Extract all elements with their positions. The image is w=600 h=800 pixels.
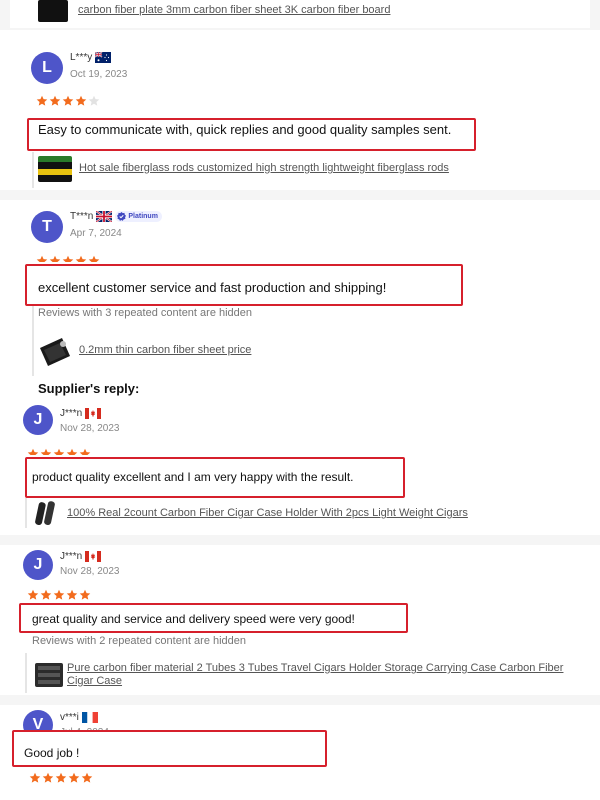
product-thumbnail[interactable] bbox=[38, 336, 72, 368]
australia-flag-icon bbox=[95, 52, 112, 63]
star-icon bbox=[75, 95, 87, 106]
product-divider bbox=[32, 306, 34, 376]
background-band bbox=[0, 695, 600, 705]
star-icon bbox=[36, 95, 48, 106]
verified-icon bbox=[117, 212, 127, 221]
review-date: Nov 28, 2023 bbox=[60, 566, 120, 577]
reviewer-name: T***n Platinum bbox=[70, 211, 162, 222]
star-icon bbox=[40, 589, 52, 600]
reviewer-name: J***n bbox=[60, 551, 102, 562]
star-icon bbox=[62, 95, 74, 106]
reviewer-name: J***n bbox=[60, 408, 102, 419]
star-icon bbox=[49, 255, 61, 262]
hidden-reviews-note: Reviews with 3 repeated content are hidd… bbox=[38, 307, 253, 319]
review-card: T T***n Platinum Apr 7, 2024 excellent c… bbox=[10, 200, 590, 396]
star-icon bbox=[36, 255, 48, 262]
star-icon bbox=[62, 255, 74, 262]
reviewer-name: v***i bbox=[60, 712, 98, 723]
review-text: product quality excellent and I am very … bbox=[32, 470, 354, 484]
review-card: J J***n Nov 28, 2023 great quality and s… bbox=[10, 545, 590, 695]
avatar: L bbox=[31, 52, 63, 84]
star-icon bbox=[42, 772, 54, 783]
review-card: L L***y Oct 19, 2023 Easy to communicate… bbox=[10, 38, 590, 188]
reviewer-name-text: T***n bbox=[70, 211, 94, 222]
review-text: Easy to communicate with, quick replies … bbox=[38, 122, 452, 137]
reviewer-name-text: J***n bbox=[60, 551, 83, 562]
background-band bbox=[0, 190, 600, 200]
france-flag-icon bbox=[81, 712, 98, 723]
review-text: Good job ! bbox=[24, 746, 80, 760]
star-icon bbox=[27, 448, 39, 455]
star-icon bbox=[66, 448, 78, 455]
star-rating bbox=[29, 772, 93, 784]
product-divider bbox=[25, 653, 27, 693]
star-icon bbox=[53, 448, 65, 455]
review-date: Nov 28, 2023 bbox=[60, 423, 120, 434]
star-icon bbox=[81, 772, 93, 783]
star-icon bbox=[68, 772, 80, 783]
star-icon bbox=[79, 448, 91, 455]
product-divider bbox=[25, 498, 27, 528]
star-icon bbox=[66, 589, 78, 600]
avatar: J bbox=[23, 405, 53, 435]
product-link[interactable]: 0.2mm thin carbon fiber sheet price bbox=[79, 344, 251, 357]
star-rating bbox=[36, 95, 100, 107]
uk-flag-icon bbox=[96, 211, 113, 222]
product-link[interactable]: 100% Real 2count Carbon Fiber Cigar Case… bbox=[67, 507, 468, 520]
product-thumbnail[interactable] bbox=[32, 500, 66, 527]
canada-flag-icon bbox=[85, 551, 102, 562]
reviewer-name: L***y bbox=[70, 52, 112, 63]
star-icon bbox=[88, 95, 100, 106]
star-icon bbox=[79, 589, 91, 600]
avatar: T bbox=[31, 211, 63, 243]
star-icon bbox=[88, 255, 100, 262]
review-card: carbon fiber plate 3mm carbon fiber shee… bbox=[10, 0, 590, 28]
star-icon bbox=[29, 772, 41, 783]
star-icon bbox=[75, 255, 87, 262]
product-link[interactable]: Pure carbon fiber material 2 Tubes 3 Tub… bbox=[67, 662, 567, 688]
product-link[interactable]: Hot sale fiberglass rods customized high… bbox=[79, 162, 449, 175]
product-divider bbox=[32, 152, 34, 188]
hidden-reviews-note: Reviews with 2 repeated content are hidd… bbox=[32, 635, 247, 647]
product-thumbnail[interactable] bbox=[38, 0, 68, 22]
star-icon bbox=[55, 772, 67, 783]
reviewer-name-text: L***y bbox=[70, 52, 93, 63]
review-text: excellent customer service and fast prod… bbox=[38, 280, 387, 295]
star-rating bbox=[36, 255, 100, 262]
platinum-badge: Platinum bbox=[115, 211, 162, 222]
product-thumbnail[interactable] bbox=[32, 661, 66, 689]
avatar: J bbox=[23, 550, 53, 580]
reviewer-name-text: v***i bbox=[60, 712, 79, 723]
review-card: V v***i Jul 4, 2024 Good job ! bbox=[10, 705, 590, 800]
badge-label: Platinum bbox=[128, 213, 158, 220]
canada-flag-icon bbox=[85, 408, 102, 419]
star-rating bbox=[27, 589, 91, 601]
product-link[interactable]: carbon fiber plate 3mm carbon fiber shee… bbox=[78, 4, 390, 17]
reviewer-name-text: J***n bbox=[60, 408, 83, 419]
star-icon bbox=[53, 589, 65, 600]
background-band bbox=[0, 535, 600, 545]
review-card: J J***n Nov 28, 2023 product quality exc… bbox=[10, 400, 590, 535]
star-icon bbox=[49, 95, 61, 106]
product-thumbnail[interactable] bbox=[38, 156, 72, 182]
supplier-reply-label: Supplier's reply: bbox=[38, 381, 140, 396]
review-date: Oct 19, 2023 bbox=[70, 69, 128, 80]
star-icon bbox=[40, 448, 52, 455]
star-rating bbox=[27, 448, 91, 455]
review-text: great quality and service and delivery s… bbox=[32, 612, 355, 626]
star-icon bbox=[27, 589, 39, 600]
review-date: Apr 7, 2024 bbox=[70, 228, 122, 239]
